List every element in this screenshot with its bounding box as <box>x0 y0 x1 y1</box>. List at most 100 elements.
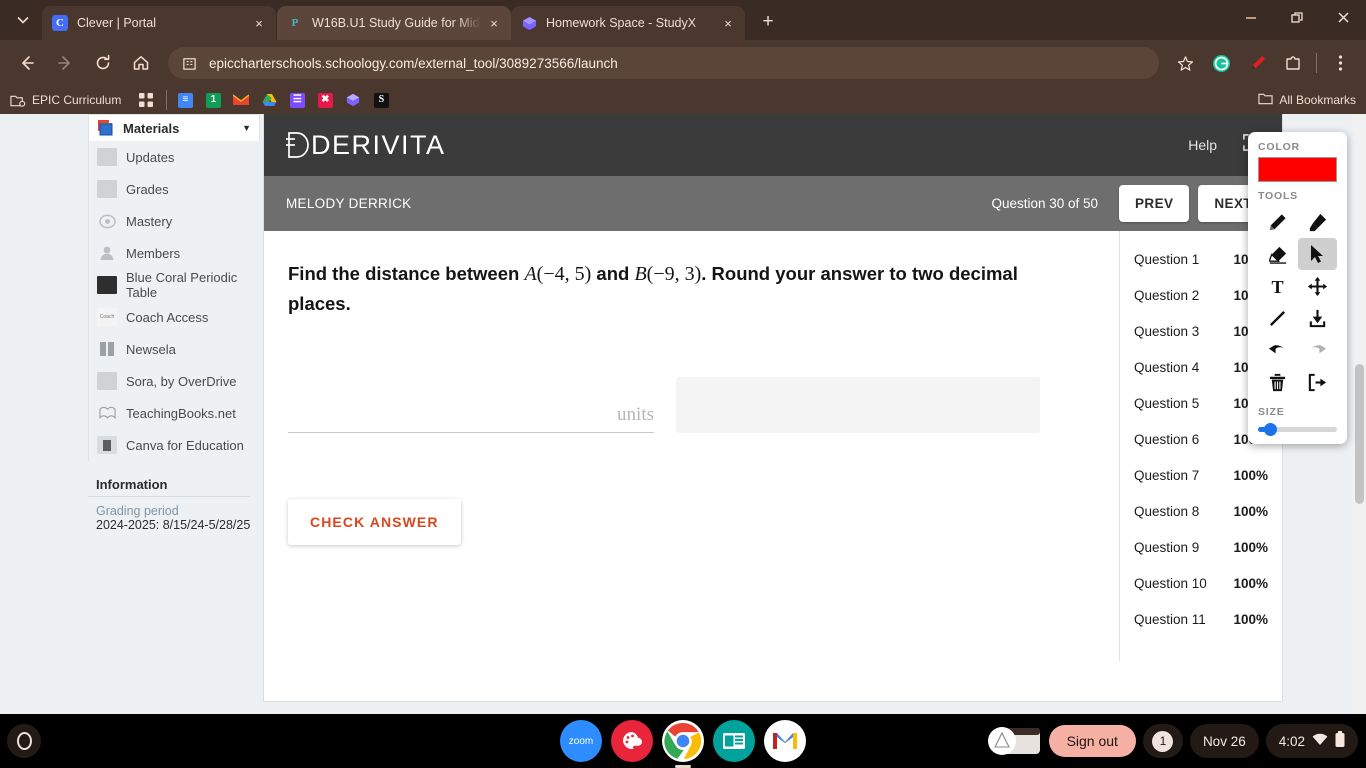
eraser-icon[interactable] <box>1258 238 1298 270</box>
browser-tab-study-guide[interactable]: P W16B.U1 Study Guide for Midte × <box>277 6 511 40</box>
math-keypad-panel[interactable] <box>676 376 1040 433</box>
browser-tab-studyx[interactable]: Homework Space - StudyX × <box>511 6 745 40</box>
folder-icon <box>1258 92 1273 108</box>
sign-out-button[interactable]: Sign out <box>1048 725 1136 757</box>
sidebar-item-newsela[interactable]: Newsela <box>89 333 260 365</box>
reload-icon[interactable] <box>87 47 119 79</box>
cursor-select-icon[interactable] <box>1297 238 1337 270</box>
sidebar-item-updates[interactable]: Updates <box>89 141 260 173</box>
google-docs-icon[interactable]: ≡ <box>172 92 198 108</box>
units-label: units <box>617 403 654 425</box>
pencil-icon[interactable] <box>1258 206 1298 238</box>
divider <box>1316 53 1317 73</box>
grammarly-icon[interactable] <box>1205 47 1237 79</box>
list-item[interactable]: Question 9 100% <box>1120 529 1282 565</box>
close-icon[interactable]: × <box>250 14 268 32</box>
google-sheets-icon[interactable]: 1 <box>200 92 226 108</box>
studyx-icon[interactable] <box>340 93 366 107</box>
close-icon[interactable]: × <box>719 14 737 32</box>
sidebar-label: Mastery <box>126 213 173 229</box>
text-tool-icon[interactable]: T <box>1258 270 1298 302</box>
sidebar-item-blue-coral-periodic-table[interactable]: Blue Coral Periodic Table <box>89 269 260 301</box>
prev-button[interactable]: PREV <box>1119 185 1190 222</box>
tab-search-button[interactable] <box>6 3 40 37</box>
gmail-app-icon[interactable] <box>764 720 806 762</box>
list-item[interactable]: Question 11 100% <box>1120 601 1282 637</box>
size-slider[interactable] <box>1258 423 1337 436</box>
extensions-icon[interactable] <box>1277 47 1309 79</box>
google-drive-icon[interactable] <box>256 93 282 107</box>
help-link[interactable]: Help <box>1188 137 1217 153</box>
sidebar-item-members[interactable]: Members <box>89 237 260 269</box>
notification-button[interactable]: 1 <box>1142 724 1183 758</box>
undo-icon[interactable] <box>1258 334 1298 366</box>
question-score: 100% <box>1233 575 1268 591</box>
new-tab-button[interactable]: + <box>754 8 782 36</box>
sidebar-item-canva[interactable]: Canva for Education <box>89 429 260 461</box>
question-score: 100% <box>1233 611 1268 627</box>
question-label: Question 7 <box>1134 467 1200 483</box>
apps-grid-icon[interactable] <box>133 93 159 107</box>
system-shelf: zoom Sign out 1 Nov 26 4:02 <box>0 714 1366 768</box>
chrome-menu-icon[interactable] <box>1324 47 1356 79</box>
google-classroom-icon[interactable]: ☰ <box>284 92 310 108</box>
sidebar-label: Updates <box>126 149 175 165</box>
bookmark-star-icon[interactable] <box>1169 47 1201 79</box>
color-swatch[interactable] <box>1258 157 1337 182</box>
marker-icon[interactable] <box>1241 47 1273 79</box>
derivita-subheader: MELODY DERRICK Question 30 of 50 PREV NE… <box>264 176 1282 231</box>
art-palette-app-icon[interactable] <box>611 720 653 762</box>
trash-icon[interactable] <box>1258 366 1298 398</box>
sidebar-label: Sora, by OverDrive <box>126 373 237 389</box>
sidebar-item-materials[interactable]: Materials ▼ <box>88 114 260 141</box>
save-download-icon[interactable] <box>1298 302 1338 334</box>
zoom-app-icon[interactable]: zoom <box>560 720 602 762</box>
redo-icon[interactable] <box>1298 334 1338 366</box>
s-icon[interactable]: S <box>368 92 394 108</box>
sidebar-item-mastery[interactable]: Mastery <box>89 205 260 237</box>
chevron-down-icon[interactable]: ▼ <box>242 123 251 133</box>
page-scrollbar-thumb[interactable] <box>1355 364 1364 504</box>
page-scrollbar[interactable] <box>1352 114 1366 714</box>
home-icon[interactable] <box>125 47 157 79</box>
move-tool-icon[interactable] <box>1298 270 1338 302</box>
xmind-icon[interactable]: ✖ <box>312 92 338 108</box>
information-heading: Information <box>88 467 250 497</box>
window-controls <box>1228 0 1366 34</box>
question-part-1: Find the distance between <box>288 263 525 284</box>
presentation-app-icon[interactable] <box>713 720 755 762</box>
size-slider-knob[interactable] <box>1264 423 1277 436</box>
browser-tab-clever[interactable]: C Clever | Portal × <box>42 6 276 40</box>
chrome-app-icon[interactable] <box>662 720 704 768</box>
all-bookmarks-button[interactable]: All Bookmarks <box>1258 92 1356 108</box>
recent-window-preview[interactable] <box>986 724 1042 758</box>
check-answer-button[interactable]: CHECK ANSWER <box>288 498 461 545</box>
date-pill[interactable]: Nov 26 <box>1189 724 1259 758</box>
address-bar[interactable]: epiccharterschools.schoology.com/externa… <box>168 47 1159 79</box>
system-tray[interactable]: 4:02 <box>1265 724 1358 758</box>
bookmark-epic-curriculum[interactable]: EPIC Curriculum <box>10 92 121 108</box>
list-item[interactable]: Question 8 100% <box>1120 493 1282 529</box>
forward-arrow-icon[interactable] <box>49 47 81 79</box>
sidebar-item-teachingbooks[interactable]: TeachingBooks.net <box>89 397 260 429</box>
derivita-logo: DERIVITA <box>286 130 446 161</box>
question-score: 100% <box>1233 539 1268 555</box>
question-label: Question 2 <box>1134 287 1200 303</box>
sidebar-item-sora[interactable]: Sora, by OverDrive <box>89 365 260 397</box>
gmail-icon[interactable] <box>228 94 254 106</box>
answer-input[interactable]: units <box>288 371 654 433</box>
highlighter-icon[interactable] <box>1298 206 1338 238</box>
back-arrow-icon[interactable] <box>11 47 43 79</box>
notification-count: 1 <box>1152 730 1174 752</box>
sidebar-label: Canva for Education <box>126 437 244 453</box>
list-item[interactable]: Question 7 100% <box>1120 457 1282 493</box>
restore-button[interactable] <box>1274 0 1320 34</box>
sidebar-item-coach-access[interactable]: Coach Coach Access <box>89 301 260 333</box>
minimize-button[interactable] <box>1228 0 1274 34</box>
exit-icon[interactable] <box>1298 366 1338 398</box>
close-icon[interactable]: × <box>485 14 503 32</box>
list-item[interactable]: Question 10 100% <box>1120 565 1282 601</box>
sidebar-item-grades[interactable]: Grades <box>89 173 260 205</box>
close-button[interactable] <box>1320 0 1366 34</box>
line-tool-icon[interactable] <box>1258 302 1298 334</box>
